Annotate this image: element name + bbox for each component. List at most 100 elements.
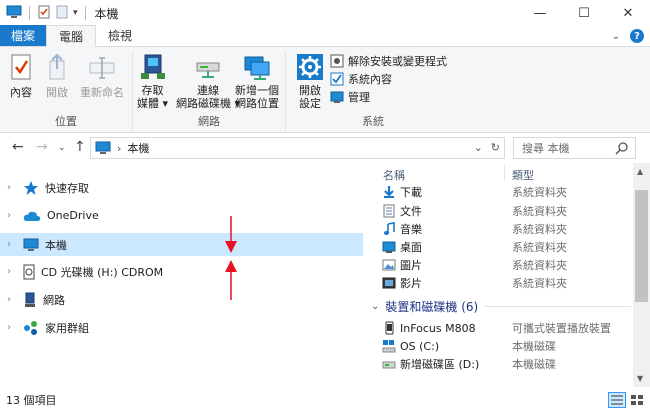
- maximize-button[interactable]: ☐: [562, 0, 606, 26]
- list-item[interactable]: InFocus M808 可攜式裝置播放裝置: [369, 319, 633, 337]
- rename-button[interactable]: 重新命名: [80, 53, 124, 99]
- address-bar-controls: ⌄ ↻: [474, 141, 500, 154]
- homegroup-icon: [23, 320, 39, 336]
- column-header-type[interactable]: 類型: [512, 167, 534, 183]
- uninstall-program-button[interactable]: 解除安裝或變更程式: [330, 53, 447, 69]
- map-drive-button[interactable]: 連線 網路磁碟機 ▾: [176, 53, 240, 110]
- nav-item-cd-drive[interactable]: › CD 光碟機 (H:) CDROM: [0, 260, 363, 283]
- tab-view[interactable]: 檢視: [96, 25, 144, 46]
- refresh-icon[interactable]: ↻: [491, 141, 500, 154]
- list-item[interactable]: 下載 系統資料夾: [369, 183, 633, 201]
- system-properties-icon: [330, 72, 344, 86]
- open-button[interactable]: 開啟: [44, 53, 70, 99]
- column-header-name[interactable]: 名稱: [383, 167, 405, 183]
- expand-chevron-icon[interactable]: ›: [7, 182, 17, 193]
- search-icon: [615, 142, 628, 155]
- close-button[interactable]: ✕: [606, 0, 650, 26]
- title-bar: ▾ 本機 — ☐ ✕: [0, 0, 650, 26]
- new-folder-quick-icon[interactable]: [55, 5, 69, 22]
- access-media-button[interactable]: 存取 媒體 ▾: [137, 53, 168, 110]
- group-label-location: 位置: [55, 115, 77, 128]
- file-type: 系統資料夾: [512, 186, 567, 199]
- media-access-icon: [140, 54, 165, 79]
- add-network-location-label-2: 網路位置: [235, 97, 279, 110]
- list-item[interactable]: 影片 系統資料夾: [369, 274, 633, 292]
- desktop-icon: [382, 241, 396, 253]
- nav-item-this-pc[interactable]: › 本機: [0, 233, 363, 256]
- address-bar[interactable]: › 本機 ⌄ ↻: [90, 137, 505, 159]
- nav-item-label: CD 光碟機 (H:) CDROM: [41, 265, 164, 279]
- down-arrow-annotation-icon: [225, 216, 237, 253]
- breadcrumb[interactable]: 本機: [127, 140, 149, 156]
- back-arrow-icon[interactable]: ←: [12, 139, 24, 155]
- nav-item-homegroup[interactable]: › 家用群組: [0, 316, 363, 339]
- chevron-down-icon[interactable]: ⌄: [612, 31, 620, 42]
- recent-locations-chevron-icon[interactable]: ⌄: [58, 143, 66, 153]
- search-placeholder: 搜尋 本機: [522, 142, 570, 155]
- section-divider: [484, 305, 631, 307]
- access-media-label-2: 媒體 ▾: [137, 97, 169, 110]
- ribbon-right-controls: ⌄ ?: [612, 29, 644, 43]
- file-name: 下載: [400, 186, 422, 199]
- ribbon: 內容 開啟 重新命名 位置 存取 媒體 ▾ 連線 網路磁碟機 ▾ 新增一個 網路…: [0, 47, 650, 133]
- properties-button[interactable]: 內容: [8, 53, 34, 99]
- properties-quick-icon[interactable]: [37, 5, 51, 22]
- address-row: ← → ⌄ ↑ › 本機 ⌄ ↻ 搜尋 本機: [0, 137, 650, 159]
- device-type: 本機磁碟: [512, 358, 556, 371]
- system-properties-button[interactable]: 系統內容: [330, 71, 392, 87]
- expand-chevron-icon[interactable]: ›: [7, 322, 17, 333]
- expand-chevron-icon[interactable]: ›: [7, 239, 17, 250]
- devices-section-header[interactable]: ⌄ 裝置和磁碟機 (6): [371, 297, 631, 315]
- customize-toolbar-icon[interactable]: ▾: [73, 8, 78, 18]
- manage-icon: [330, 91, 344, 103]
- scroll-up-icon[interactable]: ▲: [637, 167, 643, 176]
- list-item[interactable]: 圖片 系統資料夾: [369, 256, 633, 274]
- file-name: 文件: [400, 205, 422, 218]
- up-arrow-icon[interactable]: ↑: [74, 139, 86, 155]
- map-drive-label-1: 連線: [197, 84, 220, 97]
- list-item[interactable]: 文件 系統資料夾: [369, 202, 633, 220]
- os-drive-icon: [382, 340, 396, 353]
- nav-item-quick-access[interactable]: › 快速存取: [0, 176, 363, 199]
- nav-item-onedrive[interactable]: › OneDrive: [0, 204, 363, 227]
- scroll-down-icon[interactable]: ▼: [637, 374, 643, 383]
- tab-file[interactable]: 檔案: [0, 25, 46, 46]
- content-pane: 名稱 類型 下載 系統資料夾 文件 系統資料夾 音樂 系統資料夾 桌面 系統資料…: [369, 163, 633, 387]
- address-dropdown-icon[interactable]: ⌄: [474, 141, 483, 154]
- device-type: 本機磁碟: [512, 340, 556, 353]
- help-icon[interactable]: ?: [630, 29, 644, 43]
- tab-computer[interactable]: 電腦: [46, 25, 97, 47]
- nav-item-label: 本機: [45, 238, 67, 252]
- expand-chevron-icon[interactable]: ›: [7, 294, 17, 305]
- add-network-location-button[interactable]: 新增一個 網路位置: [235, 53, 279, 110]
- forward-arrow-icon[interactable]: →: [36, 139, 48, 155]
- open-settings-button[interactable]: 開啟 設定: [296, 53, 324, 110]
- large-icons-view-button[interactable]: [628, 392, 646, 408]
- download-icon: [384, 186, 394, 198]
- details-view-icon: [611, 395, 623, 405]
- search-input[interactable]: 搜尋 本機: [513, 137, 636, 159]
- manage-button[interactable]: 管理: [330, 89, 370, 105]
- expand-chevron-icon[interactable]: ›: [7, 266, 17, 277]
- open-settings-label-2: 設定: [299, 97, 321, 110]
- map-drive-label-2: 網路磁碟機 ▾: [176, 97, 241, 110]
- device-name: InFocus M808: [400, 321, 476, 335]
- device-type: 可攜式裝置播放裝置: [512, 322, 611, 335]
- view-toggle: [608, 392, 646, 408]
- list-item[interactable]: OS (C:) 本機磁碟: [369, 337, 633, 355]
- column-divider[interactable]: [504, 165, 505, 181]
- phone-icon: [385, 321, 394, 335]
- vertical-scrollbar[interactable]: ▲ ▼: [633, 163, 650, 387]
- list-item[interactable]: 桌面 系統資料夾: [369, 238, 633, 256]
- details-view-button[interactable]: [608, 392, 626, 408]
- list-item[interactable]: 音樂 系統資料夾: [369, 220, 633, 238]
- collapse-chevron-icon[interactable]: ⌄: [371, 301, 379, 312]
- breadcrumb-separator-icon[interactable]: ›: [117, 142, 121, 155]
- expand-chevron-icon[interactable]: ›: [7, 210, 17, 221]
- list-item[interactable]: 新增磁碟區 (D:) 本機磁碟: [369, 355, 633, 373]
- minimize-button[interactable]: —: [518, 0, 562, 26]
- nav-item-network[interactable]: › 網路: [0, 288, 363, 311]
- network-icon: [23, 292, 37, 308]
- scrollbar-thumb[interactable]: [635, 190, 648, 302]
- computer-app-icon: [6, 5, 22, 22]
